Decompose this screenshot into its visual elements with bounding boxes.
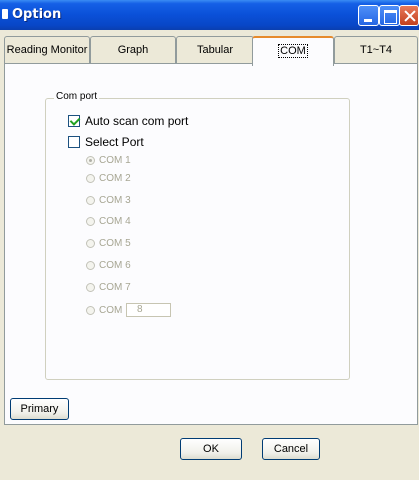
radio-label-com3: COM 3: [99, 195, 131, 206]
radio-com3[interactable]: [86, 196, 95, 205]
window-title: Option: [12, 7, 62, 22]
radio-label-com6: COM 6: [99, 260, 131, 271]
radio-com2[interactable]: [86, 174, 95, 183]
radio-label-com-custom: COM: [99, 305, 123, 316]
tab-t1-t4[interactable]: T1~T4: [334, 36, 418, 64]
tab-graph[interactable]: Graph: [90, 36, 176, 64]
title-bar: Option: [0, 0, 419, 30]
ok-button[interactable]: OK: [180, 438, 242, 460]
minimize-icon[interactable]: [358, 5, 379, 26]
app-icon: [2, 9, 8, 19]
radio-label-com2: COM 2: [99, 173, 131, 184]
maximize-icon[interactable]: [379, 5, 400, 26]
primary-button[interactable]: Primary: [10, 398, 69, 420]
radio-com-custom[interactable]: [86, 306, 95, 315]
close-icon[interactable]: [399, 5, 419, 26]
tab-tabular[interactable]: Tabular: [176, 36, 254, 64]
tab-reading-monitor[interactable]: Reading Monitor: [4, 36, 90, 64]
select-port-label: Select Port: [85, 135, 144, 149]
auto-scan-checkbox[interactable]: [68, 115, 80, 127]
radio-com7[interactable]: [86, 283, 95, 292]
radio-label-com1: COM 1: [99, 155, 131, 166]
radio-com5[interactable]: [86, 239, 95, 248]
tab-com[interactable]: COM: [252, 36, 334, 66]
radio-label-com5: COM 5: [99, 238, 131, 249]
radio-com1[interactable]: [86, 156, 95, 165]
radio-com4[interactable]: [86, 217, 95, 226]
radio-label-com4: COM 4: [99, 216, 131, 227]
group-title: Com port: [54, 91, 100, 102]
cancel-button[interactable]: Cancel: [262, 438, 320, 460]
radio-label-com7: COM 7: [99, 282, 131, 293]
tab-strip: Reading Monitor Graph Tabular COM T1~T4: [4, 36, 418, 66]
auto-scan-label: Auto scan com port: [85, 114, 189, 128]
custom-com-number-input[interactable]: 8: [126, 303, 171, 317]
select-port-checkbox[interactable]: [68, 136, 80, 148]
radio-com6[interactable]: [86, 261, 95, 270]
